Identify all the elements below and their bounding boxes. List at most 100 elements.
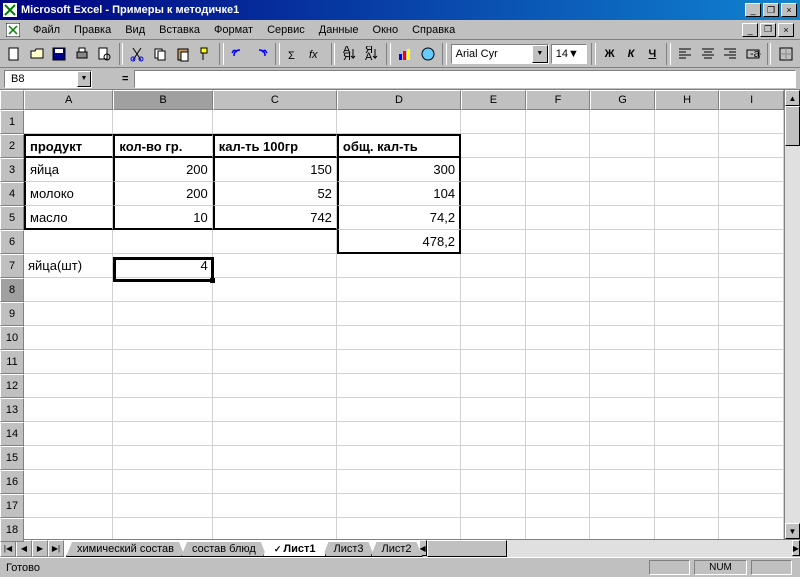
mdi-minimize-button[interactable]: _ [742,23,758,37]
chevron-down-icon[interactable]: ▼ [532,45,548,63]
cell[interactable] [213,110,337,134]
cell[interactable] [461,110,526,134]
row-header[interactable]: 6 [0,230,24,254]
cell[interactable] [337,470,461,494]
autosum-icon[interactable]: Σ [284,43,305,65]
scroll-thumb[interactable] [785,106,800,146]
cell[interactable] [337,110,461,134]
chevron-down-icon[interactable]: ▼ [568,48,579,60]
cell[interactable] [24,518,113,539]
column-header[interactable]: C [213,90,337,110]
menu-service[interactable]: Сервис [260,22,312,38]
cell[interactable] [655,158,720,182]
row-header[interactable]: 4 [0,182,24,206]
cell[interactable] [526,134,591,158]
column-header[interactable]: H [655,90,720,110]
cell[interactable] [526,182,591,206]
close-button[interactable]: × [781,3,797,17]
cell[interactable] [24,374,113,398]
cell[interactable] [461,278,526,302]
tab-next-icon[interactable]: ▶ [32,540,48,557]
column-header[interactable]: I [719,90,784,110]
row-header[interactable]: 15 [0,446,24,470]
cell[interactable] [590,374,655,398]
row-header[interactable]: 14 [0,422,24,446]
scroll-thumb[interactable] [427,540,507,557]
cell[interactable] [113,398,212,422]
minimize-button[interactable]: _ [745,3,761,17]
cell[interactable] [213,518,337,539]
cell[interactable] [24,326,113,350]
cell[interactable] [655,470,720,494]
paste-icon[interactable] [172,43,193,65]
cell[interactable] [526,374,591,398]
cell[interactable] [461,350,526,374]
underline-button[interactable]: Ч [643,43,662,65]
formula-input[interactable] [134,70,796,88]
borders-icon[interactable] [775,43,796,65]
cell[interactable] [461,254,526,278]
cell[interactable] [113,326,212,350]
cell[interactable] [337,398,461,422]
map-icon[interactable] [417,43,438,65]
cell[interactable] [24,398,113,422]
cell[interactable] [24,446,113,470]
row-header[interactable]: 11 [0,350,24,374]
cell[interactable] [113,230,212,254]
row-header[interactable]: 8 [0,278,24,302]
cell[interactable] [213,446,337,470]
cell[interactable] [590,446,655,470]
sort-desc-icon[interactable]: ЯA [362,43,383,65]
cell[interactable]: 74,2 [337,206,461,230]
cell[interactable]: 10 [113,206,212,230]
cell[interactable] [719,278,784,302]
cell[interactable] [461,134,526,158]
cell[interactable] [337,446,461,470]
chevron-down-icon[interactable]: ▼ [77,71,91,87]
cell[interactable] [590,326,655,350]
cell[interactable]: масло [24,206,113,230]
restore-button[interactable]: ❐ [763,3,779,17]
cell[interactable]: 200 [113,182,212,206]
cell[interactable] [655,422,720,446]
cell[interactable] [461,470,526,494]
vertical-scrollbar[interactable]: ▲ ▼ [784,90,800,539]
cell[interactable] [526,518,591,539]
cell[interactable]: 478,2 [337,230,461,254]
cell[interactable] [655,206,720,230]
cell[interactable] [526,302,591,326]
cell[interactable] [719,446,784,470]
cell[interactable] [719,494,784,518]
cell[interactable]: яйца [24,158,113,182]
cell[interactable] [719,110,784,134]
menu-data[interactable]: Данные [312,22,366,38]
cell[interactable] [590,350,655,374]
cell[interactable] [24,302,113,326]
cell[interactable] [113,278,212,302]
align-left-icon[interactable] [675,43,696,65]
row-header[interactable]: 13 [0,398,24,422]
cell[interactable] [24,470,113,494]
cell[interactable] [655,278,720,302]
cell[interactable]: 300 [337,158,461,182]
merge-icon[interactable]: -a- [742,43,763,65]
cell[interactable] [213,254,337,278]
cell[interactable] [213,230,337,254]
cell[interactable] [526,206,591,230]
cell[interactable] [719,374,784,398]
cell[interactable] [719,302,784,326]
mdi-restore-button[interactable]: ❐ [760,23,776,37]
column-header[interactable]: D [337,90,461,110]
column-header[interactable]: F [526,90,591,110]
font-size-select[interactable]: 14 ▼ [551,44,587,64]
mdi-close-button[interactable]: × [778,23,794,37]
cell[interactable] [461,206,526,230]
cell[interactable] [113,374,212,398]
cell[interactable]: 52 [213,182,337,206]
cell[interactable] [337,374,461,398]
cell[interactable] [213,398,337,422]
cell[interactable] [590,230,655,254]
cut-icon[interactable] [127,43,148,65]
column-header[interactable]: B [113,90,212,110]
cell[interactable] [526,494,591,518]
